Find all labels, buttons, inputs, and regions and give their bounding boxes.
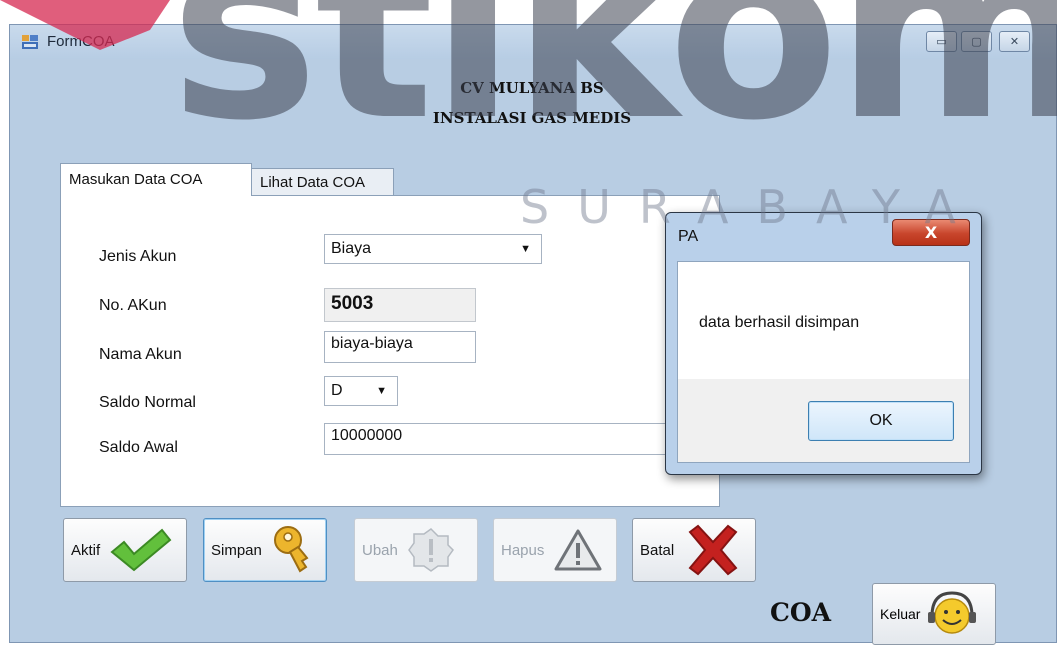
minimize-button[interactable]: ▭ — [926, 31, 957, 52]
aktif-button[interactable]: Aktif — [63, 518, 187, 582]
tab-panel-input: Jenis Akun Biaya ▼ No. AKun 5003 Nama Ak… — [60, 195, 720, 507]
saldo-normal-label: Saldo Normal — [99, 394, 196, 411]
saldo-normal-value: D — [331, 382, 343, 399]
no-akun-label: No. AKun — [99, 297, 167, 314]
tab-masukan-data-coa[interactable]: Masukan Data COA — [60, 163, 252, 196]
close-icon: ✕ — [1009, 35, 1020, 48]
keluar-button-label: Keluar — [880, 606, 921, 622]
dialog-close-button[interactable]: X — [892, 219, 970, 246]
tab-lihat-data-coa[interactable]: Lihat Data COA — [251, 168, 394, 196]
close-icon: X — [924, 223, 938, 242]
ok-button[interactable]: OK — [808, 401, 954, 441]
minimize-icon: ▭ — [936, 35, 947, 48]
batal-button[interactable]: Batal — [632, 518, 756, 582]
simpan-button[interactable]: Simpan — [203, 518, 327, 582]
form-code-label: COA — [770, 598, 832, 627]
nama-akun-label: Nama Akun — [99, 346, 182, 363]
dialog-body: data berhasil disimpan OK — [677, 261, 970, 463]
saldo-awal-label: Saldo Awal — [99, 439, 178, 456]
saldo-awal-input[interactable]: 10000000 — [324, 423, 669, 455]
jenis-akun-select[interactable]: Biaya ▼ — [324, 234, 542, 264]
batal-button-label: Batal — [640, 541, 675, 559]
chevron-down-icon: ▼ — [520, 243, 531, 255]
message-dialog: PA X data berhasil disimpan OK — [665, 212, 982, 475]
dialog-message: data berhasil disimpan — [699, 314, 860, 331]
exclamation-badge-icon — [407, 528, 454, 572]
hapus-button[interactable]: Hapus — [493, 518, 617, 582]
title-bar[interactable]: FormCOA ▭ ▢ ✕ — [10, 25, 1056, 59]
saldo-normal-select[interactable]: D ▼ — [324, 376, 398, 406]
jenis-akun-label: Jenis Akun — [99, 248, 177, 265]
aktif-button-label: Aktif — [71, 541, 101, 559]
maximize-icon: ▢ — [971, 35, 982, 48]
simpan-button-label: Simpan — [211, 541, 262, 559]
no-akun-field: 5003 — [324, 288, 476, 322]
form-app-icon — [22, 35, 38, 49]
checkmark-icon — [110, 528, 172, 572]
dialog-title: PA — [678, 228, 699, 245]
ubah-button-label: Ubah — [362, 541, 398, 559]
red-x-icon — [688, 524, 738, 576]
warning-icon — [554, 529, 602, 571]
jenis-akun-value: Biaya — [331, 240, 372, 257]
company-subtitle: INSTALASI GAS MEDIS — [432, 109, 632, 127]
headset-smiley-icon — [928, 591, 977, 634]
keluar-button[interactable]: Keluar — [872, 583, 996, 645]
maximize-button[interactable]: ▢ — [961, 31, 992, 52]
close-button[interactable]: ✕ — [999, 31, 1030, 52]
nama-akun-input[interactable]: biaya-biaya — [324, 331, 476, 363]
company-name: CV MULYANA BS — [460, 79, 604, 97]
ubah-button[interactable]: Ubah — [354, 518, 478, 582]
key-icon — [273, 526, 309, 573]
chevron-down-icon: ▼ — [376, 385, 387, 397]
hapus-button-label: Hapus — [501, 541, 545, 559]
window-title: FormCOA — [47, 33, 115, 50]
